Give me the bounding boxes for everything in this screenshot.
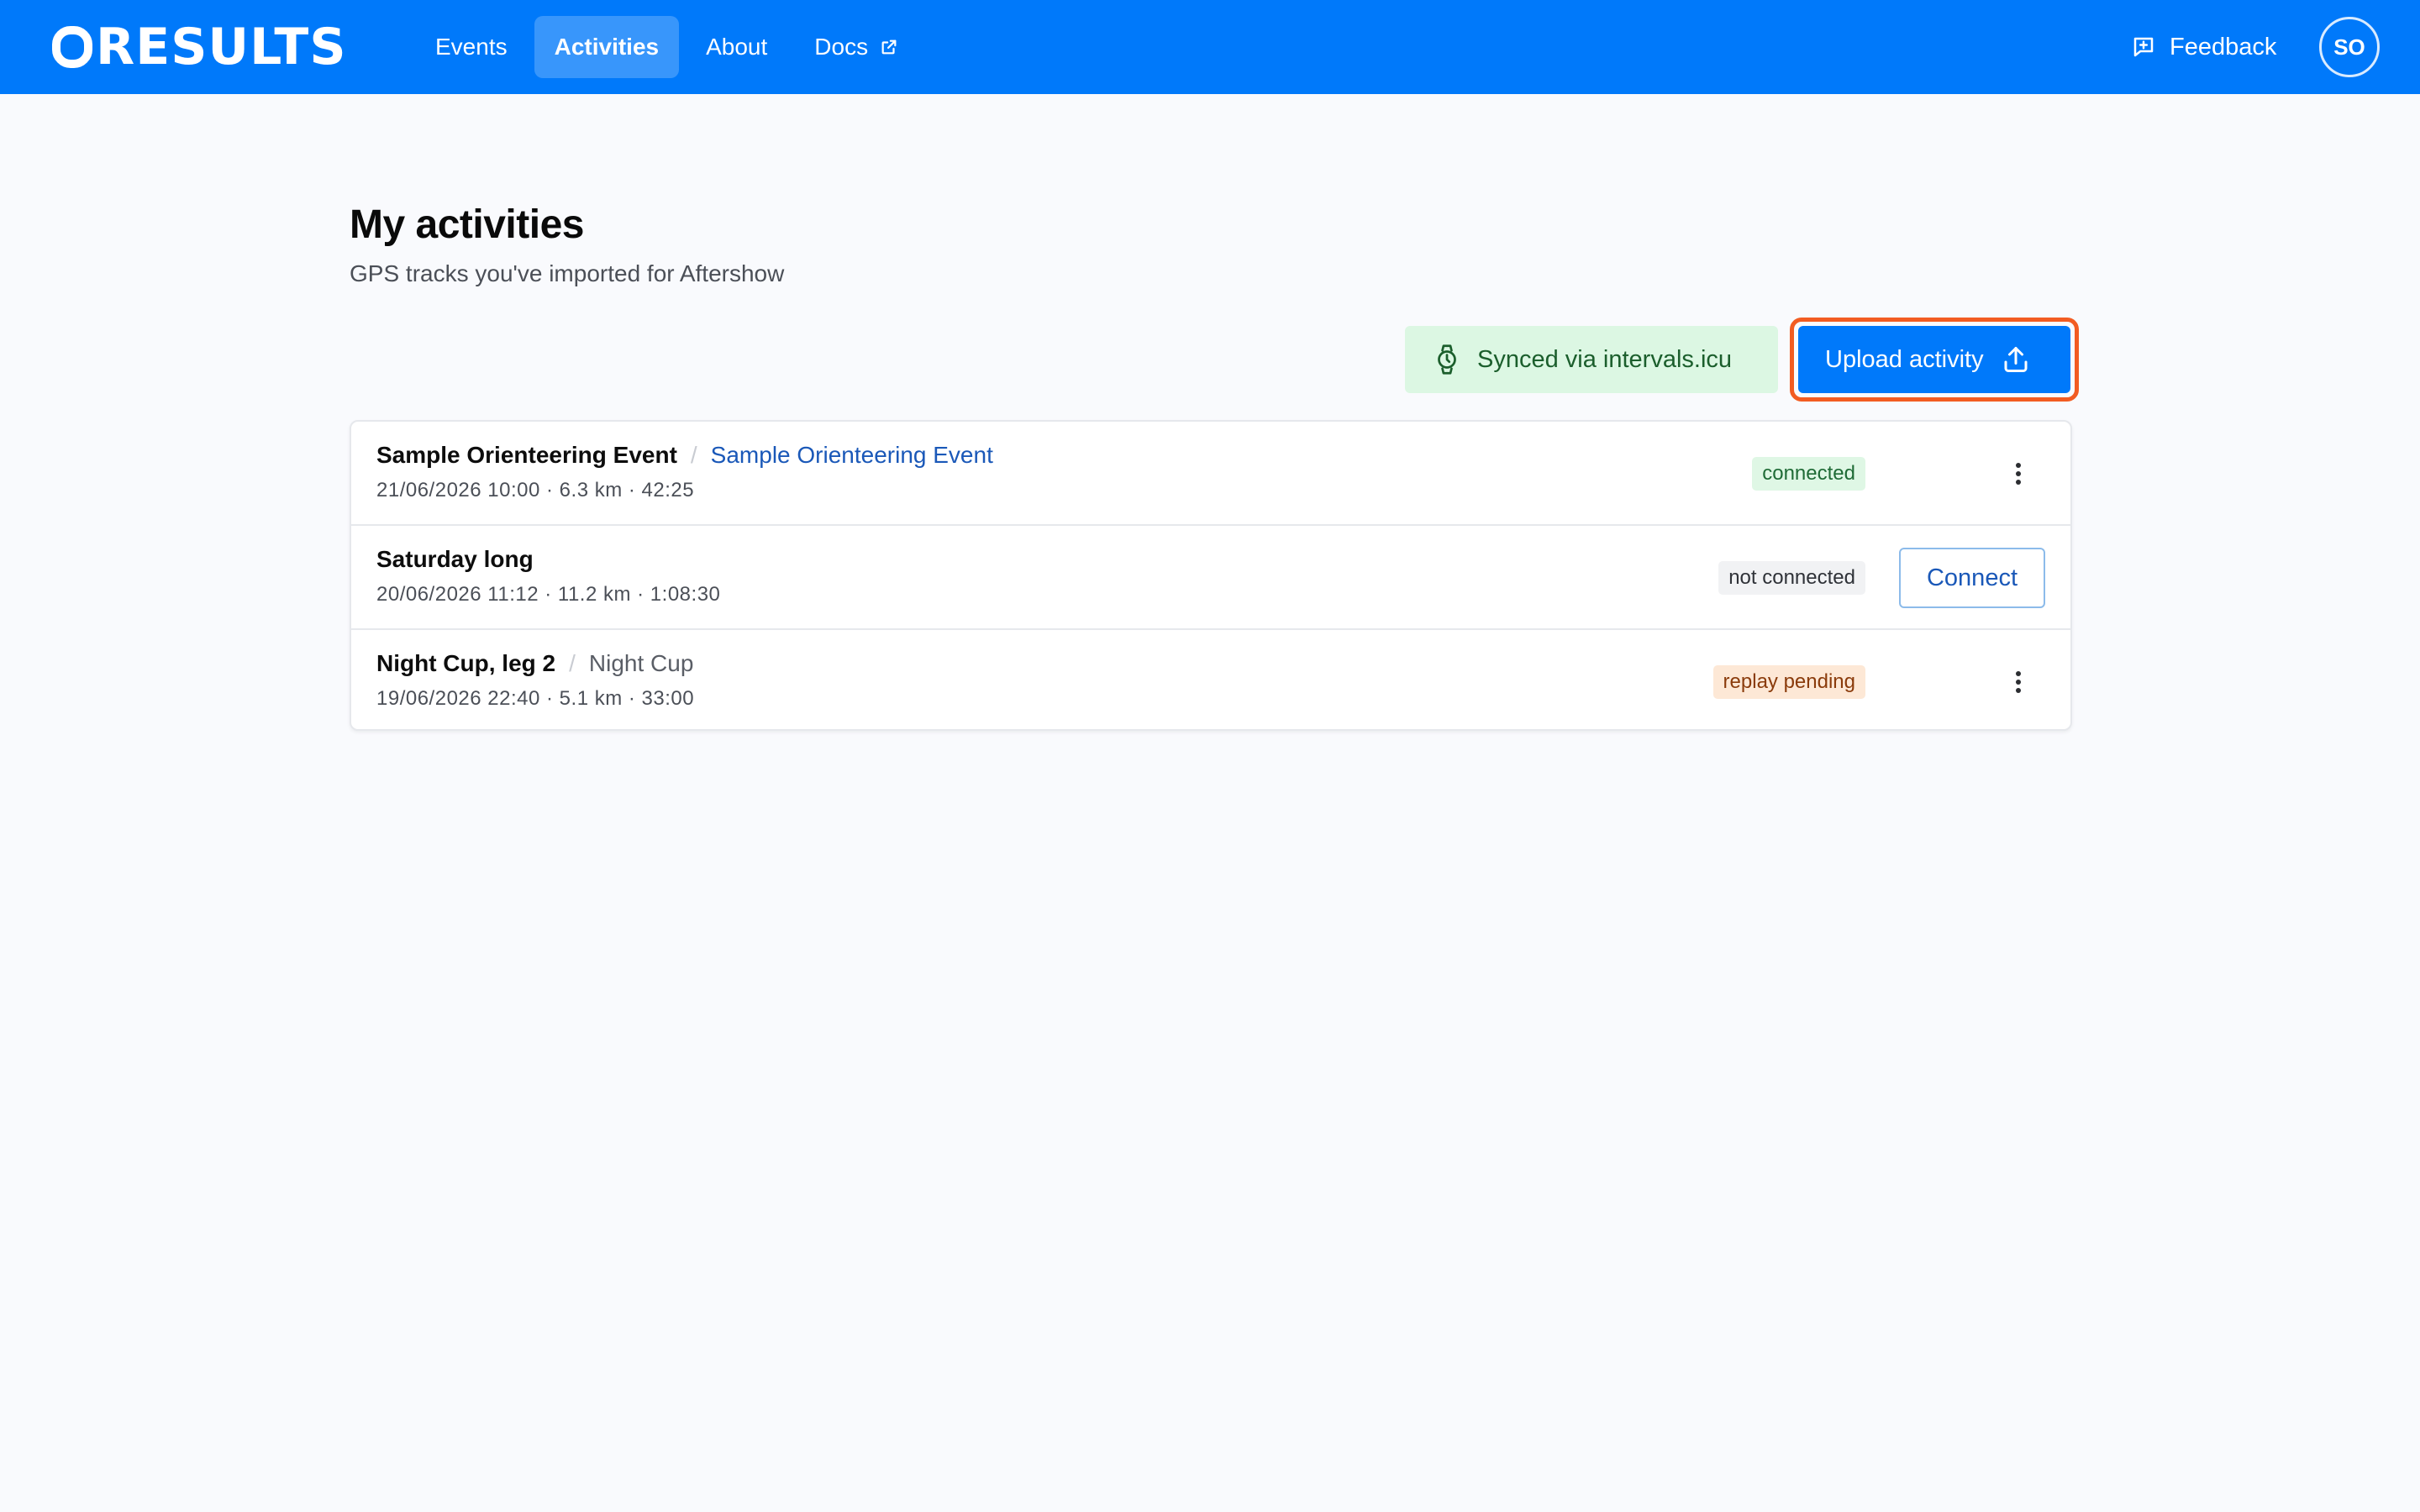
activity-row[interactable]: Night Cup, leg 2 / Night Cup 19/06/2026 … [351, 630, 2070, 729]
status-badge: connected [1752, 457, 1865, 491]
activity-meta: 19/06/2026 22:40 · 5.1 km · 33:00 [376, 687, 695, 710]
activity-title: Night Cup, leg 2 / Night Cup [376, 650, 693, 677]
activity-name: Saturday long [376, 546, 534, 572]
title-separator: / [690, 442, 697, 468]
top-navigation-bar: RESULTS Events Activities About Docs Fee… [0, 0, 2420, 94]
nav-item-events[interactable]: Events [415, 16, 528, 78]
upload-label: Upload activity [1825, 345, 1984, 373]
sync-label: Synced via intervals.icu [1477, 345, 1733, 373]
user-avatar[interactable]: SO [2319, 17, 2380, 77]
feedback-icon [2133, 37, 2154, 57]
logo-text: RESULTS [96, 18, 347, 76]
activity-name: Night Cup, leg 2 [376, 650, 556, 676]
sync-status-badge: Synced via intervals.icu [1405, 326, 1778, 393]
kebab-menu-icon [2016, 463, 2021, 485]
activity-title: Saturday long [376, 546, 534, 573]
feedback-label: Feedback [2170, 33, 2277, 60]
connect-button[interactable]: Connect [1899, 548, 2045, 608]
activity-list: Sample Orienteering Event / Sample Orien… [350, 420, 2072, 731]
kebab-menu-icon [2016, 671, 2021, 693]
event-link[interactable]: Sample Orienteering Event [711, 442, 993, 469]
nav-item-about[interactable]: About [686, 16, 787, 78]
activity-name: Sample Orienteering Event [376, 442, 677, 468]
nav-item-activities[interactable]: Activities [534, 16, 680, 78]
title-separator: / [569, 650, 576, 676]
activity-title: Sample Orienteering Event / Sample Orien… [376, 442, 993, 469]
logo-ring-icon [52, 26, 92, 68]
activity-row[interactable]: Saturday long 20/06/2026 11:12 · 11.2 km… [351, 526, 2070, 630]
oresults-logo[interactable]: RESULTS [52, 22, 347, 72]
nav-item-label: Activities [554, 34, 660, 60]
activity-meta: 20/06/2026 11:12 · 11.2 km · 1:08:30 [376, 583, 721, 606]
nav-item-label: About [706, 34, 768, 60]
nav-item-label: Docs [814, 34, 869, 60]
feedback-button[interactable]: Feedback [2131, 0, 2276, 94]
status-badge: not connected [1718, 561, 1865, 595]
more-options-button[interactable] [2002, 665, 2035, 699]
external-link-icon [881, 39, 897, 55]
nav-item-docs[interactable]: Docs [794, 16, 918, 78]
page-subtitle: GPS tracks you've imported for Aftershow [350, 260, 785, 286]
avatar-initials: SO [2333, 34, 2365, 60]
nav-item-label: Events [435, 34, 508, 60]
page-title: My activities [350, 202, 584, 247]
status-badge: replay pending [1712, 665, 1865, 699]
activity-meta: 21/06/2026 10:00 · 6.3 km · 42:25 [376, 479, 695, 501]
more-options-button[interactable] [2002, 457, 2035, 491]
activity-row[interactable]: Sample Orienteering Event / Sample Orien… [351, 422, 2070, 526]
event-name: Night Cup [588, 650, 694, 676]
upload-icon [2004, 347, 2028, 372]
upload-activity-button[interactable]: Upload activity [1798, 326, 2070, 393]
watch-icon [1438, 344, 1456, 375]
main-nav: Events Activities About Docs [415, 0, 925, 94]
